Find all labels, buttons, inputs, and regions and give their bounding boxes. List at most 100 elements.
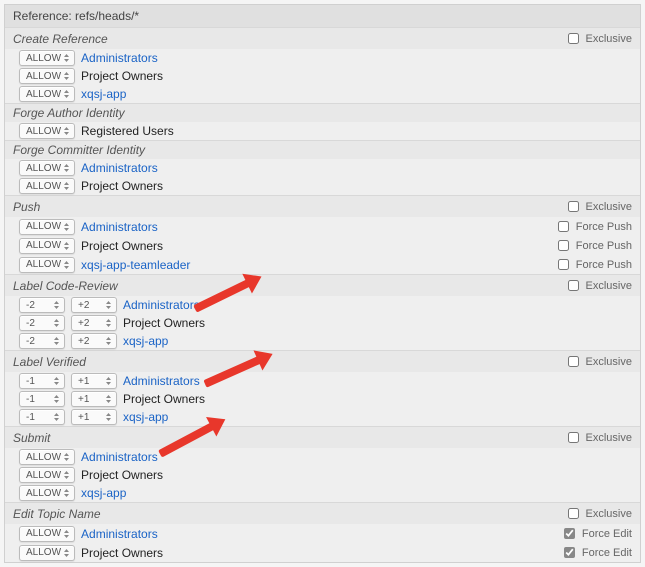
section-header: Label VerifiedExclusive	[5, 351, 640, 372]
rule-row: ALLOW Administrators	[5, 159, 640, 177]
section-header: Label Code-ReviewExclusive	[5, 275, 640, 296]
group-name[interactable]: Administrators	[81, 450, 158, 464]
min-select[interactable]: -1	[19, 409, 65, 425]
spinner-value: -1	[24, 394, 37, 405]
section-header: Forge Author Identity	[5, 104, 640, 122]
rule-row: ALLOW Administrators	[5, 49, 640, 67]
action-select[interactable]: ALLOW	[19, 68, 75, 84]
max-select[interactable]: +2	[71, 297, 117, 313]
section: Forge Author IdentityALLOWRegistered Use…	[5, 103, 640, 140]
section-flags: Exclusive	[564, 198, 632, 215]
spinner-value: ALLOW	[24, 181, 63, 192]
rule-flags: Force Push	[554, 237, 632, 254]
stepper-arrows-icon	[53, 412, 60, 422]
exclusive-flag[interactable]: Exclusive	[564, 30, 632, 47]
action-select[interactable]: ALLOW	[19, 526, 75, 542]
group-name[interactable]: xqsj-app	[81, 486, 126, 500]
spinner-value: ALLOW	[24, 163, 63, 174]
flag-label: Force Edit	[582, 528, 632, 540]
group-name[interactable]: xqsj-app	[123, 410, 168, 424]
checkbox[interactable]	[558, 259, 569, 270]
stepper-arrows-icon	[63, 89, 70, 99]
stepper-arrows-icon	[63, 53, 70, 63]
action-select[interactable]: ALLOW	[19, 160, 75, 176]
reference-block: Reference: refs/heads/* Create Reference…	[4, 4, 641, 563]
rule-row: ALLOW Administrators Force Edit	[5, 524, 640, 543]
stepper-arrows-icon	[63, 529, 70, 539]
action-select[interactable]: ALLOW	[19, 123, 75, 139]
action-select[interactable]: ALLOW	[19, 545, 75, 561]
rule-flag[interactable]: Force Push	[554, 256, 632, 273]
checkbox[interactable]	[568, 356, 579, 367]
stepper-arrows-icon	[105, 300, 112, 310]
rule-flag[interactable]: Force Edit	[560, 544, 632, 561]
checkbox[interactable]	[564, 547, 575, 558]
action-select[interactable]: ALLOW	[19, 257, 75, 273]
min-select[interactable]: -1	[19, 373, 65, 389]
action-select[interactable]: ALLOW	[19, 238, 75, 254]
rule-row: -2 +2 Administrators	[5, 296, 640, 314]
rule-row: ALLOW Project Owners	[5, 466, 640, 484]
rule-flag[interactable]: Force Push	[554, 237, 632, 254]
checkbox[interactable]	[568, 201, 579, 212]
action-select[interactable]: ALLOW	[19, 50, 75, 66]
section: Create ReferenceExclusiveALLOWAdministra…	[5, 27, 640, 103]
group-name[interactable]: xqsj-app-teamleader	[81, 258, 190, 272]
checkbox[interactable]	[558, 240, 569, 251]
exclusive-flag[interactable]: Exclusive	[564, 353, 632, 370]
stepper-arrows-icon	[105, 412, 112, 422]
max-select[interactable]: +1	[71, 409, 117, 425]
rule-flags: Force Push	[554, 218, 632, 235]
action-select[interactable]: ALLOW	[19, 449, 75, 465]
spinner-value: +1	[76, 394, 91, 405]
max-select[interactable]: +1	[71, 373, 117, 389]
min-select[interactable]: -1	[19, 391, 65, 407]
group-name[interactable]: xqsj-app	[81, 87, 126, 101]
group-name[interactable]: Administrators	[81, 527, 158, 541]
section: SubmitExclusive ALLOW Administrators ALLOW P…	[5, 426, 640, 502]
min-select[interactable]: -2	[19, 297, 65, 313]
flag-label: Exclusive	[586, 356, 632, 368]
max-select[interactable]: +2	[71, 333, 117, 349]
spinner-value: ALLOW	[24, 452, 63, 463]
exclusive-flag[interactable]: Exclusive	[564, 429, 632, 446]
checkbox[interactable]	[568, 33, 579, 44]
rule-row: ALLOWProject Owners	[5, 67, 640, 85]
action-select[interactable]: ALLOW	[19, 86, 75, 102]
rule-row: ALLOW Administrators Force Push	[5, 217, 640, 236]
checkbox[interactable]	[568, 432, 579, 443]
action-select[interactable]: ALLOW	[19, 467, 75, 483]
group-name[interactable]: Administrators	[81, 220, 158, 234]
rule-flag[interactable]: Force Push	[554, 218, 632, 235]
group-name[interactable]: xqsj-app	[123, 334, 168, 348]
checkbox[interactable]	[558, 221, 569, 232]
rule-flags: Force Edit	[560, 544, 632, 561]
rule-row: ALLOWRegistered Users	[5, 122, 640, 140]
max-select[interactable]: +1	[71, 391, 117, 407]
flag-label: Force Edit	[582, 547, 632, 559]
section-flags: Exclusive	[564, 505, 632, 522]
exclusive-flag[interactable]: Exclusive	[564, 277, 632, 294]
flag-label: Exclusive	[586, 33, 632, 45]
group-name[interactable]: Administrators	[81, 161, 158, 175]
action-select[interactable]: ALLOW	[19, 485, 75, 501]
group-name: Project Owners	[81, 468, 163, 482]
group-name[interactable]: Administrators	[81, 51, 158, 65]
action-select[interactable]: ALLOW	[19, 219, 75, 235]
checkbox[interactable]	[564, 528, 575, 539]
exclusive-flag[interactable]: Exclusive	[564, 198, 632, 215]
min-select[interactable]: -2	[19, 315, 65, 331]
checkbox[interactable]	[568, 508, 579, 519]
action-select[interactable]: ALLOW	[19, 178, 75, 194]
exclusive-flag[interactable]: Exclusive	[564, 505, 632, 522]
checkbox[interactable]	[568, 280, 579, 291]
group-name[interactable]: Administrators	[123, 374, 200, 388]
min-select[interactable]: -2	[19, 333, 65, 349]
spinner-value: -2	[24, 300, 37, 311]
rule-flag[interactable]: Force Edit	[560, 525, 632, 542]
stepper-arrows-icon	[63, 222, 70, 232]
max-select[interactable]: +2	[71, 315, 117, 331]
group-name[interactable]: Administrators	[123, 298, 200, 312]
rule-row: ALLOW xqsj-app-teamleader Force Push	[5, 255, 640, 274]
section-title: Submit	[13, 431, 564, 445]
